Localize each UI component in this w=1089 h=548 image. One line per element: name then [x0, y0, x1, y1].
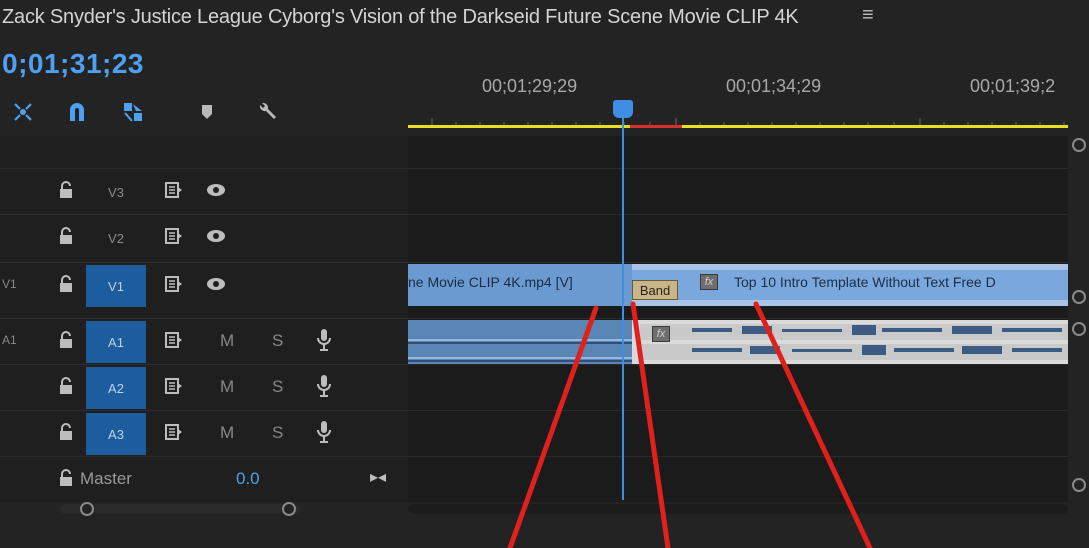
vertical-scroll-knob[interactable] — [1072, 138, 1086, 152]
nest-icon[interactable] — [12, 100, 34, 124]
playhead-line[interactable] — [622, 104, 624, 500]
eye-icon[interactable] — [206, 183, 226, 197]
master-volume-value[interactable]: 0.0 — [236, 469, 260, 489]
lane-master[interactable] — [408, 456, 1068, 502]
solo-button[interactable]: S — [272, 423, 283, 443]
mute-button[interactable]: M — [220, 331, 234, 351]
solo-button[interactable]: S — [272, 331, 283, 351]
track-header-a2[interactable]: A2 M S — [0, 364, 408, 410]
waveform — [408, 339, 632, 362]
audio-clip-left[interactable] — [408, 320, 632, 364]
lock-icon[interactable] — [58, 423, 74, 441]
source-target-a2[interactable]: A2 — [86, 367, 146, 409]
source-target-v2[interactable]: V2 — [86, 217, 146, 259]
vertical-scroll-knob[interactable] — [1072, 478, 1086, 492]
microphone-icon[interactable] — [316, 419, 332, 445]
source-target-v3[interactable]: V3 — [86, 171, 146, 213]
lock-icon[interactable] — [58, 227, 74, 245]
track-header-a1[interactable]: A1 A1 M S — [0, 318, 408, 364]
ruler-label: 00;01;39;2 — [970, 76, 1056, 96]
track-header-v2[interactable]: V2 — [0, 214, 408, 260]
lane-v3[interactable] — [408, 168, 1068, 214]
lock-icon[interactable] — [58, 275, 74, 293]
track-header-v1[interactable]: V1 V1 — [0, 262, 408, 308]
waveform — [640, 324, 1068, 360]
track-header-v3[interactable]: V3 — [0, 168, 408, 214]
linked-selection-icon[interactable] — [122, 100, 144, 124]
sync-lock-icon[interactable] — [164, 331, 184, 349]
master-label: Master — [80, 469, 132, 488]
wrench-settings-icon[interactable] — [256, 100, 278, 124]
ruler-label: 00;01;34;29 — [726, 76, 822, 96]
lock-icon[interactable] — [58, 377, 74, 395]
add-marker-icon[interactable] — [196, 100, 218, 124]
sequence-title[interactable]: Zack Snyder's Justice League Cyborg's Vi… — [2, 6, 799, 29]
header-scrollbar[interactable] — [60, 504, 300, 514]
band-label[interactable]: Band — [632, 280, 678, 300]
render-status-bar — [630, 125, 682, 128]
lock-icon[interactable] — [58, 331, 74, 349]
source-target-a1[interactable]: A1 — [86, 321, 146, 363]
solo-button[interactable]: S — [272, 377, 283, 397]
clip-label: ne Movie CLIP 4K.mp4 [V] — [408, 274, 573, 290]
clip-label: Top 10 Intro Template Without Text Free … — [734, 274, 996, 290]
mute-button[interactable]: M — [220, 423, 234, 443]
lock-icon[interactable] — [58, 469, 74, 487]
scroll-handle-right[interactable] — [282, 502, 296, 516]
sync-lock-icon[interactable] — [164, 227, 184, 245]
playhead-handle[interactable] — [613, 100, 633, 118]
video-clip-left[interactable]: ne Movie CLIP 4K.mp4 [V] — [408, 264, 632, 306]
snap-magnet-icon[interactable] — [66, 100, 88, 124]
sync-lock-icon[interactable] — [164, 377, 184, 395]
playhead-timecode[interactable]: 0;01;31;23 — [2, 48, 144, 80]
sync-lock-icon[interactable] — [164, 181, 184, 199]
fx-badge-icon[interactable]: fx — [652, 326, 670, 342]
lane-a3[interactable] — [408, 410, 1068, 456]
fx-badge-icon[interactable]: fx — [700, 274, 718, 290]
ruler-label: 00;01;29;29 — [482, 76, 578, 96]
audio-clip-right[interactable] — [632, 320, 1068, 364]
track-header-a3[interactable]: A3 M S — [0, 410, 408, 456]
work-area-bar[interactable] — [682, 125, 1068, 128]
vertical-scroll-knob[interactable] — [1072, 290, 1086, 304]
go-to-in-out-icon[interactable]: ▸◂ — [370, 467, 386, 487]
timeline-scrollbar[interactable] — [408, 504, 1068, 514]
track-header-master[interactable]: Master 0.0 ▸◂ — [0, 456, 408, 502]
work-area-bar[interactable] — [408, 125, 630, 128]
microphone-icon[interactable] — [316, 373, 332, 399]
mute-button[interactable]: M — [220, 377, 234, 397]
scroll-handle-left[interactable] — [80, 502, 94, 516]
lane-v2[interactable] — [408, 214, 1068, 260]
sync-lock-icon[interactable] — [164, 423, 184, 441]
track-name-a1: A1 — [2, 333, 17, 347]
eye-icon[interactable] — [206, 277, 226, 291]
lock-icon[interactable] — [58, 181, 74, 199]
sequence-tab[interactable]: Zack Snyder's Justice League Cyborg's Vi… — [0, 0, 1089, 40]
source-target-a3[interactable]: A3 — [86, 413, 146, 455]
hamburger-menu-icon[interactable]: ≡ — [862, 4, 874, 27]
lane-a2[interactable] — [408, 364, 1068, 410]
sync-lock-icon[interactable] — [164, 275, 184, 293]
microphone-icon[interactable] — [316, 327, 332, 353]
eye-icon[interactable] — [206, 229, 226, 243]
source-target-v1[interactable]: V1 — [86, 265, 146, 307]
track-name-v1: V1 — [2, 277, 17, 291]
vertical-scroll-knob[interactable] — [1072, 322, 1086, 336]
